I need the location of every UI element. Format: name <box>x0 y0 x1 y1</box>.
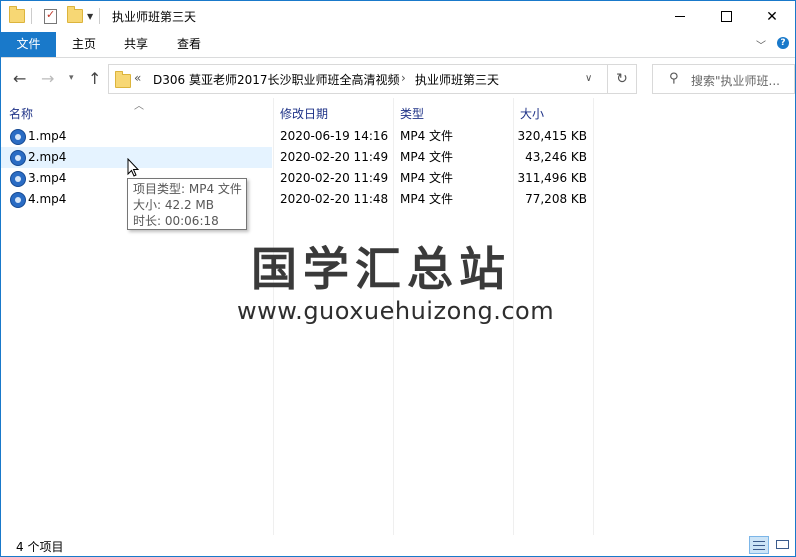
file-name: 1.mp4 <box>28 129 67 143</box>
close-button[interactable]: ✕ <box>749 1 795 32</box>
mp4-video-icon <box>10 171 26 187</box>
quick-access-toolbar: ▼ <box>9 6 106 24</box>
address-overflow-chevron[interactable]: « <box>134 71 141 85</box>
folder-icon[interactable] <box>9 6 25 23</box>
tab-home[interactable]: 主页 <box>61 32 107 57</box>
file-info-tooltip: 项目类型: MP4 文件 大小: 42.2 MB 时长: 00:06:18 <box>127 178 247 230</box>
details-view-button[interactable] <box>749 536 769 554</box>
file-type: MP4 文件 <box>400 150 454 164</box>
maximize-icon <box>720 11 732 22</box>
file-size: 77,208 KB <box>525 192 587 206</box>
column-headers: 名称 修改日期 类型 大小 <box>1 104 601 124</box>
back-arrow-icon[interactable]: ← <box>13 69 26 88</box>
file-type: MP4 文件 <box>400 192 454 206</box>
search-box[interactable]: ⚲ 搜索"执业师班... <box>652 64 795 94</box>
file-type: MP4 文件 <box>400 129 454 143</box>
tooltip-duration: 时长: 00:06:18 <box>133 214 219 228</box>
toolbar-separator <box>31 8 32 24</box>
breadcrumb-separator-icon[interactable]: › <box>401 71 406 85</box>
file-name: 3.mp4 <box>28 171 67 185</box>
tab-share[interactable]: 共享 <box>113 32 159 57</box>
recent-dropdown-icon[interactable]: ▾ <box>69 73 74 83</box>
close-icon: ✕ <box>766 8 778 25</box>
tooltip-size: 大小: 42.2 MB <box>133 198 214 212</box>
large-icons-view-icon <box>776 540 789 549</box>
window-title: 执业师班第三天 <box>112 10 197 24</box>
maximize-button[interactable] <box>703 1 749 32</box>
file-rows: 1.mp4 2020-06-19 14:16 MP4 文件 320,415 KB… <box>1 126 601 210</box>
file-date: 2020-02-20 11:49 <box>280 171 389 185</box>
file-row[interactable]: 3.mp4 2020-02-20 11:49 MP4 文件 311,496 KB <box>1 168 601 189</box>
watermark-chinese: 国学汇总站 <box>251 242 511 296</box>
toolbar-separator <box>99 8 101 24</box>
file-size: 311,496 KB <box>517 171 587 185</box>
address-folder-icon <box>115 71 131 88</box>
explorer-window: ▼ 执业师班第三天 ✕ 文件 主页 共享 查看 ﹀ ? ← → ▾ ↑ « D3… <box>0 0 796 557</box>
properties-check-icon[interactable] <box>44 8 57 24</box>
mp4-video-icon <box>10 129 26 145</box>
tab-view[interactable]: 查看 <box>166 32 212 57</box>
search-input[interactable]: 搜索"执业师班... <box>691 72 780 89</box>
item-count: 4 个项目 <box>16 540 64 554</box>
file-date: 2020-06-19 14:16 <box>280 129 389 143</box>
file-row[interactable]: 1.mp4 2020-06-19 14:16 MP4 文件 320,415 KB <box>1 126 601 147</box>
file-date: 2020-02-20 11:48 <box>280 192 389 206</box>
file-size: 320,415 KB <box>517 129 587 143</box>
refresh-button[interactable]: ↻ <box>608 64 637 94</box>
details-view-icon <box>753 545 765 546</box>
new-folder-icon[interactable] <box>67 6 83 23</box>
details-view-icon <box>753 541 765 542</box>
column-header-size[interactable]: 大小 <box>520 104 544 124</box>
address-dropdown-icon[interactable]: ∨ <box>585 73 592 84</box>
breadcrumb-current[interactable]: 执业师班第三天 <box>415 71 499 88</box>
status-bar: 4 个项目 <box>1 535 795 556</box>
column-header-name[interactable]: 名称 <box>9 104 33 124</box>
navigation-bar: ← → ▾ ↑ « D306 莫亚老师2017长沙职业师班全高清视频 › 执业师… <box>1 58 795 98</box>
address-bar[interactable]: « D306 莫亚老师2017长沙职业师班全高清视频 › 执业师班第三天 ∨ <box>108 64 608 94</box>
search-icon: ⚲ <box>669 71 679 86</box>
refresh-icon: ↻ <box>616 71 628 87</box>
watermark-url: www.guoxuehuizong.com <box>237 297 555 325</box>
file-date: 2020-02-20 11:49 <box>280 150 389 164</box>
title-bar: ▼ 执业师班第三天 ✕ <box>1 1 795 32</box>
breadcrumb-parent[interactable]: D306 莫亚老师2017长沙职业师班全高清视频 <box>153 71 400 88</box>
expand-ribbon-chevron-icon[interactable]: ﹀ <box>756 37 766 52</box>
large-icons-view-button[interactable] <box>773 536 793 554</box>
file-name: 4.mp4 <box>28 192 67 206</box>
ribbon-tabs: 文件 主页 共享 查看 ﹀ ? <box>1 32 795 58</box>
mp4-video-icon <box>10 192 26 208</box>
forward-arrow-icon[interactable]: → <box>41 69 54 88</box>
dropdown-icon[interactable]: ▼ <box>87 12 93 21</box>
file-size: 43,246 KB <box>525 150 587 164</box>
up-arrow-icon[interactable]: ↑ <box>88 69 101 88</box>
column-header-type[interactable]: 类型 <box>400 104 424 124</box>
mp4-video-icon <box>10 150 26 166</box>
minimize-icon <box>675 16 685 17</box>
minimize-button[interactable] <box>657 1 703 32</box>
file-name: 2.mp4 <box>28 150 67 164</box>
help-icon[interactable]: ? <box>777 37 789 49</box>
file-type: MP4 文件 <box>400 171 454 185</box>
file-row[interactable]: 4.mp4 2020-02-20 11:48 MP4 文件 77,208 KB <box>1 189 601 210</box>
column-header-date[interactable]: 修改日期 <box>280 104 328 124</box>
tooltip-type: 项目类型: MP4 文件 <box>133 182 242 196</box>
details-view-icon <box>753 549 765 550</box>
tab-file[interactable]: 文件 <box>1 32 56 57</box>
